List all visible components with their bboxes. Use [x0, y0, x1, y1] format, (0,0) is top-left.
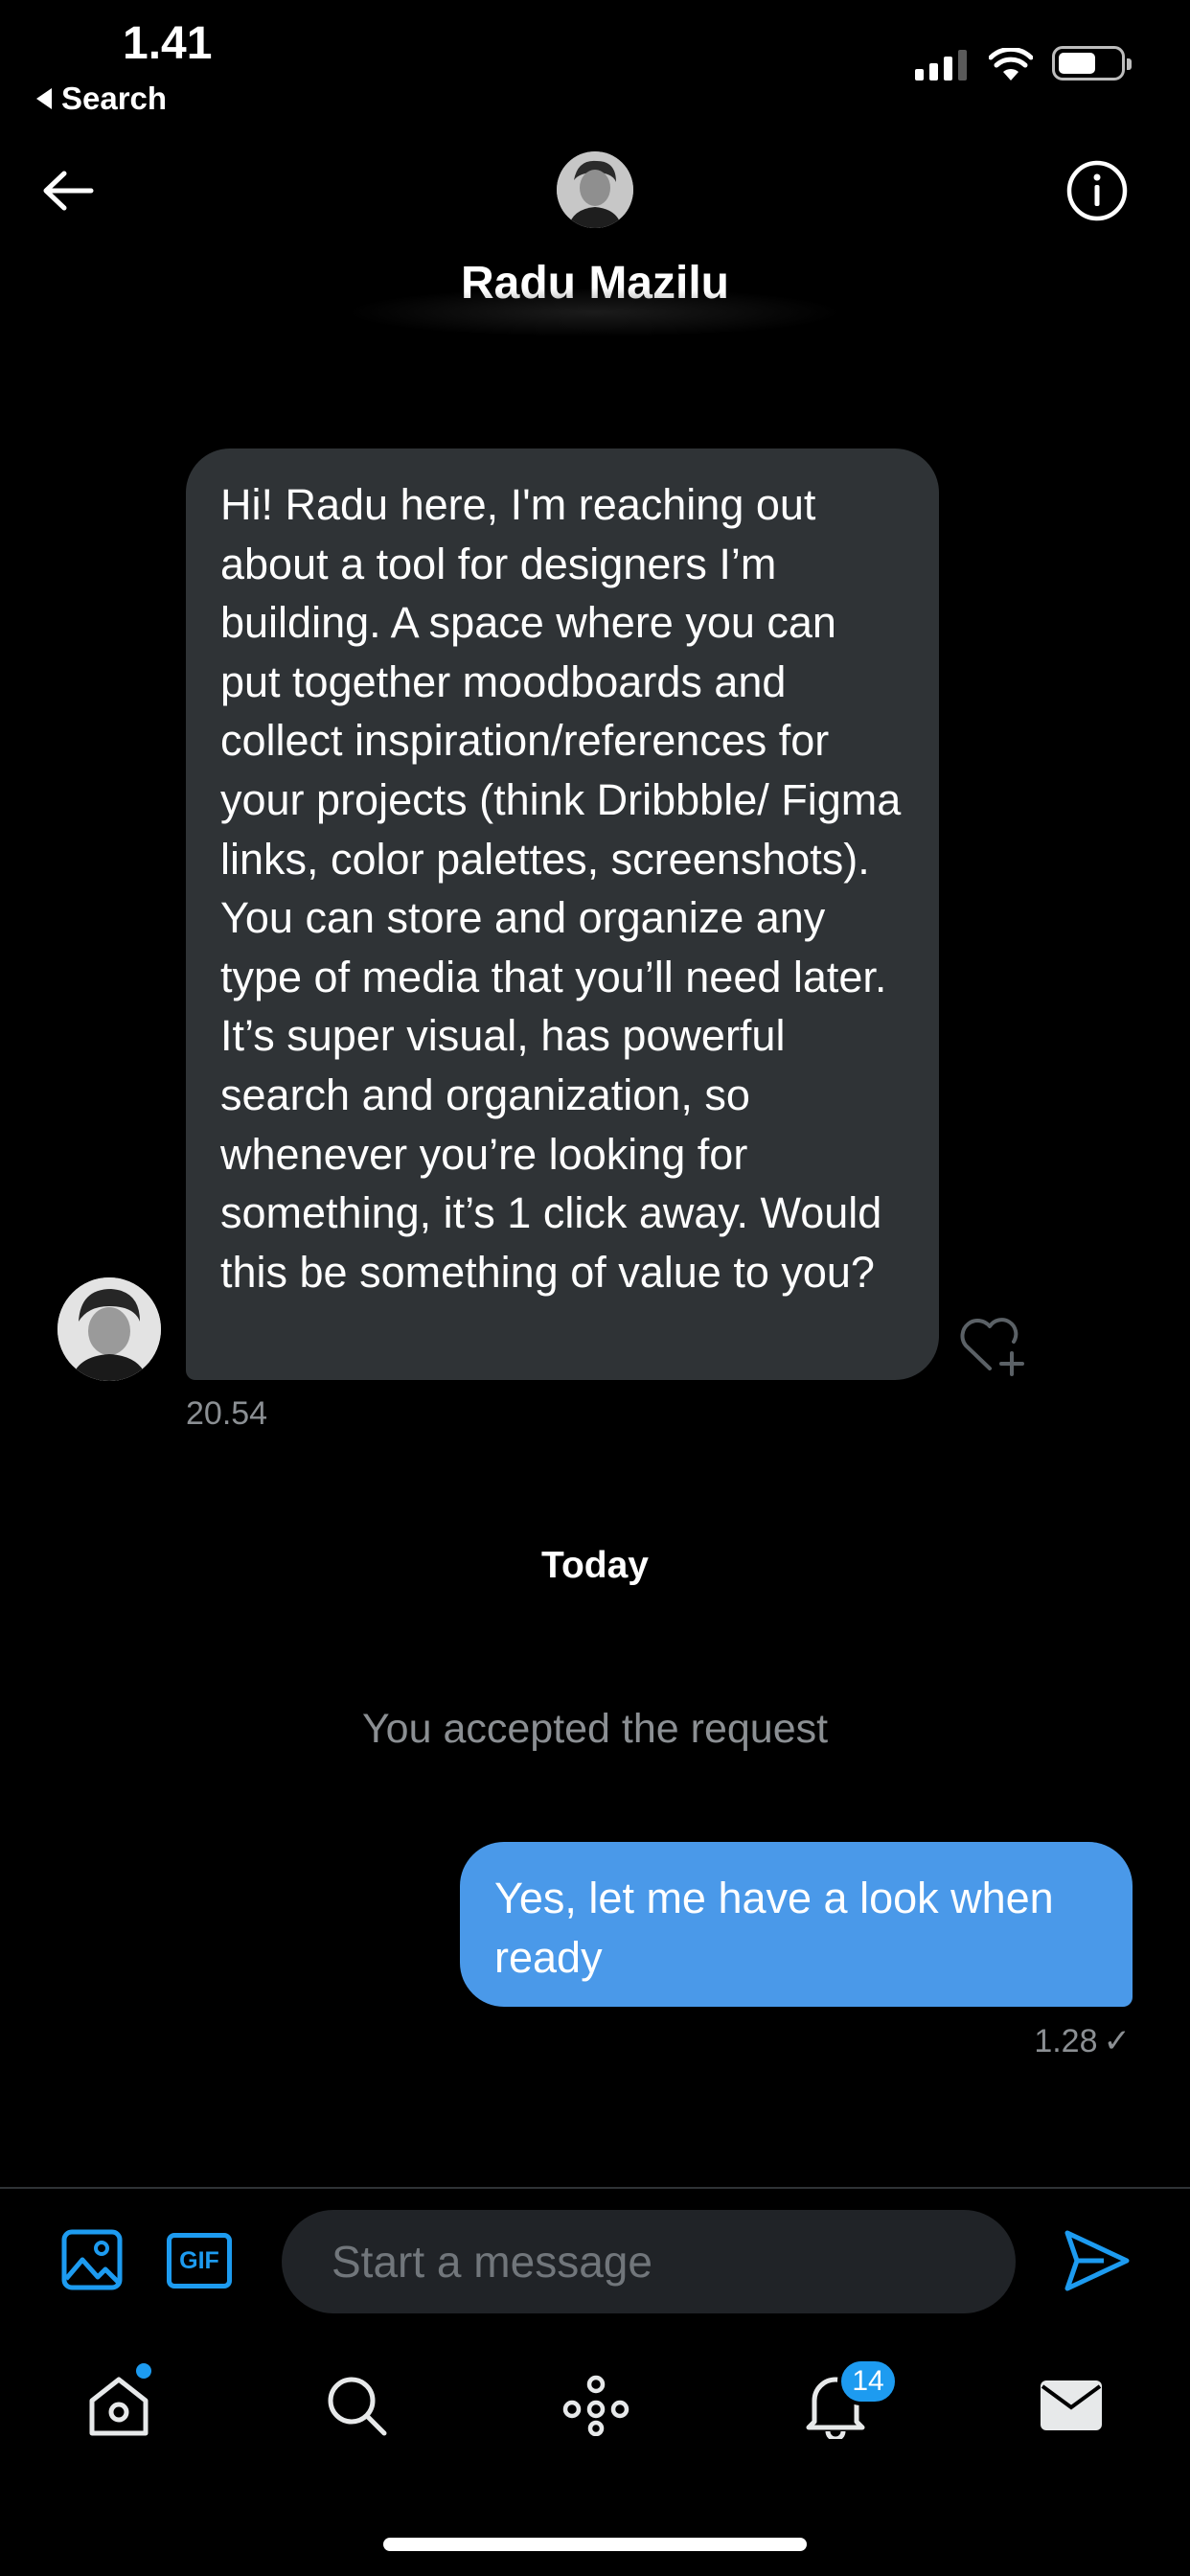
tab-messages[interactable] [1035, 2369, 1108, 2442]
send-button[interactable] [1064, 2229, 1131, 2292]
composer-divider [0, 2187, 1190, 2189]
outgoing-timestamp: 1.28 ✓ [1034, 2022, 1131, 2060]
contact-avatar[interactable] [557, 151, 633, 228]
incoming-timestamp: 20.54 [186, 1395, 268, 1432]
outgoing-message-text: Yes, let me have a look when ready [494, 1874, 1054, 1982]
message-input[interactable] [282, 2210, 1016, 2313]
header-shadow [345, 288, 843, 337]
search-icon [328, 2377, 387, 2436]
outgoing-message-bubble[interactable]: Yes, let me have a look when ready [460, 1842, 1133, 2007]
incoming-message-text: Hi! Radu here, I'm reaching out about a … [220, 480, 902, 1297]
battery-icon [1052, 46, 1132, 80]
sent-check-icon: ✓ [1103, 2023, 1132, 2059]
avatar-photo-icon [57, 1277, 161, 1381]
system-notice: You accepted the request [361, 1706, 829, 1752]
outgoing-time-label: 1.28 [1034, 2022, 1098, 2059]
day-separator: Today [541, 1545, 649, 1586]
conversation-info-button[interactable] [1065, 159, 1129, 222]
info-icon [1066, 160, 1128, 221]
tab-search[interactable] [320, 2369, 393, 2442]
envelope-icon [1041, 2380, 1102, 2430]
back-app-label: Search [61, 80, 168, 116]
notifications-badge: 14 [837, 2358, 899, 2405]
spaces-icon [562, 2375, 629, 2436]
heart-plus-icon [960, 1318, 1024, 1376]
back-to-app-link[interactable]: Search [36, 80, 167, 117]
arrow-left-icon [43, 171, 94, 211]
react-button[interactable] [958, 1315, 1031, 1383]
tab-spaces[interactable] [560, 2369, 632, 2442]
gif-button[interactable]: GIF [167, 2233, 232, 2288]
incoming-message-bubble[interactable]: Hi! Radu here, I'm reaching out about a … [186, 448, 939, 1380]
image-icon [61, 2229, 123, 2290]
back-triangle-icon [36, 88, 52, 109]
home-indicator [383, 2538, 807, 2551]
home-new-indicator [136, 2363, 151, 2379]
home-icon [89, 2377, 149, 2436]
back-arrow-button[interactable] [38, 161, 98, 220]
status-time: 1.41 [123, 18, 213, 69]
sender-avatar[interactable] [57, 1277, 161, 1381]
avatar-photo-icon [557, 151, 633, 228]
cellular-signal-icon [915, 50, 967, 80]
send-icon [1064, 2230, 1130, 2291]
wifi-icon [989, 48, 1033, 80]
add-media-button[interactable] [61, 2229, 123, 2290]
tab-home[interactable] [82, 2369, 155, 2442]
